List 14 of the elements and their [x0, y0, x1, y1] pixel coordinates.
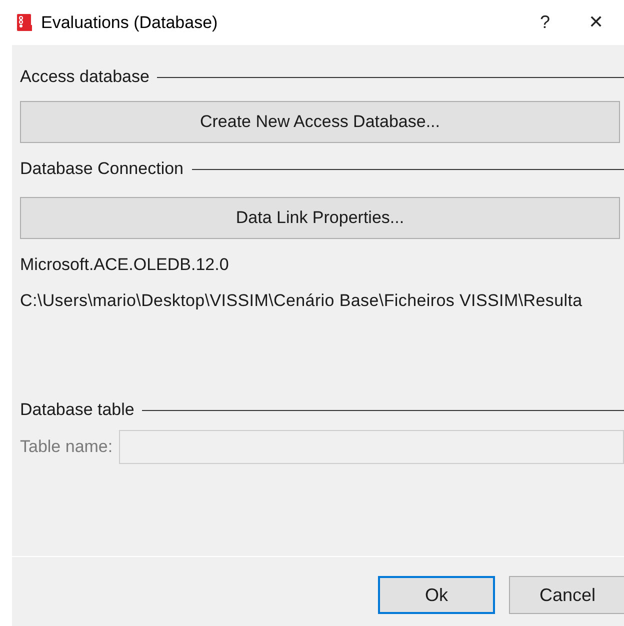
window-title: Evaluations (Database) — [41, 12, 218, 34]
section-heading: Access database — [20, 66, 150, 88]
create-database-button[interactable]: Create New Access Database... — [20, 101, 620, 143]
section-heading: Database table — [20, 399, 134, 422]
help-button[interactable]: ? — [522, 0, 568, 45]
path-text: C:\Users\mario\Desktop\VISSIM\Cenário Base\Ficheiros VISSIM\Resulta — [20, 290, 584, 312]
dialog-button[interactable]: Cancel — [509, 576, 624, 614]
dialog-button[interactable]: Ok — [378, 576, 495, 614]
provider-text: Microsoft.ACE.OLEDB.12.0 — [20, 254, 230, 276]
data-link-button[interactable]: Data Link Properties... — [20, 197, 620, 239]
close-button[interactable]: ✕ — [568, 0, 624, 45]
app-logo-icon — [17, 14, 33, 32]
table-name-label: Table name: — [20, 436, 113, 458]
section-heading: Database Connection — [20, 158, 184, 180]
